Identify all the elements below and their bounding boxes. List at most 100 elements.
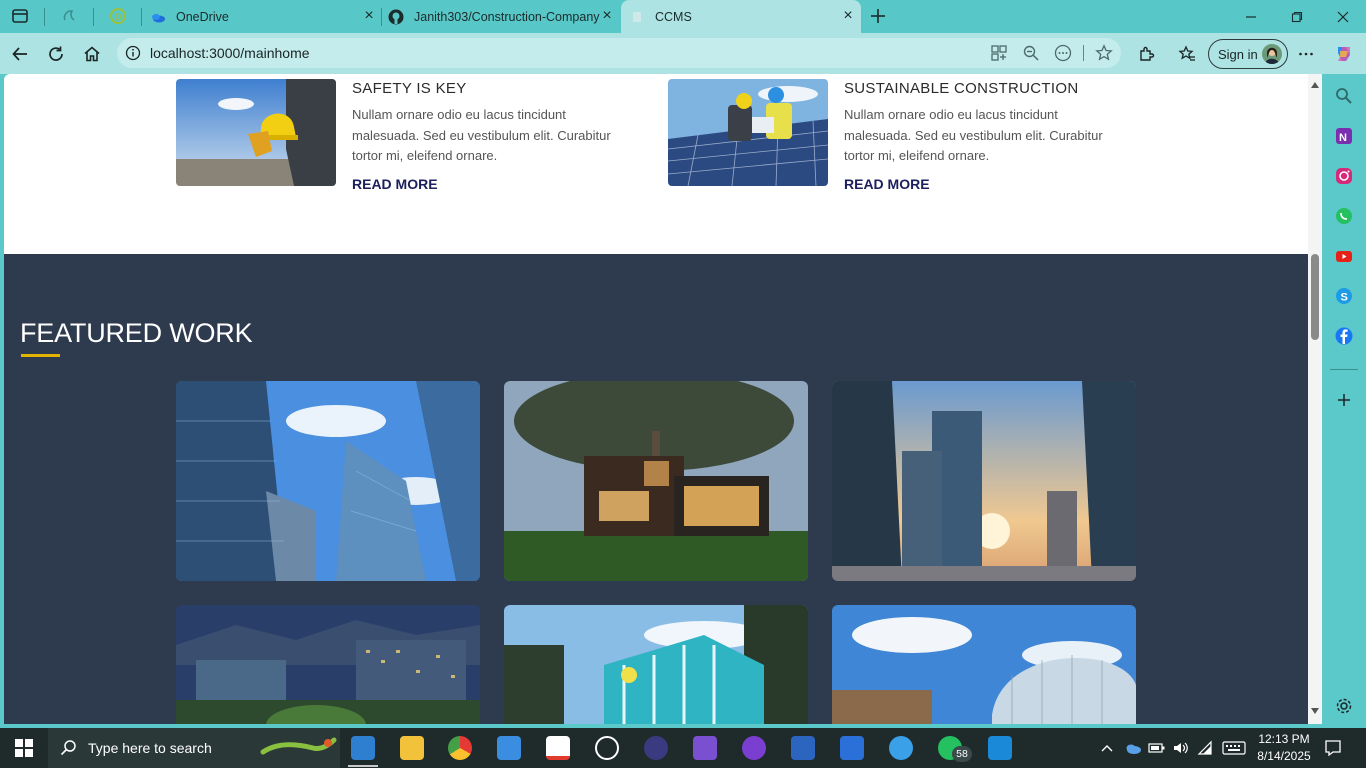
- notification-center-icon[interactable]: [1324, 739, 1342, 757]
- tab-separator: [93, 8, 94, 26]
- chevron-up-icon[interactable]: [1100, 742, 1114, 754]
- vscode-icon[interactable]: [988, 736, 1012, 760]
- minimize-button[interactable]: [1228, 0, 1274, 33]
- microsoft-store-icon[interactable]: [497, 736, 521, 760]
- svg-text:N: N: [1339, 132, 1347, 144]
- url-text[interactable]: localhost:3000/mainhome: [150, 45, 310, 61]
- css3-icon[interactable]: [840, 736, 864, 760]
- tab-actions-icon[interactable]: [10, 6, 30, 26]
- project-image-night-city[interactable]: [176, 605, 480, 724]
- tab-title: OneDrive: [176, 9, 229, 24]
- clock-time[interactable]: 12:13 PM: [1254, 732, 1314, 746]
- tab-ccms[interactable]: CCMS ×: [621, 0, 861, 33]
- start-button[interactable]: [0, 728, 48, 768]
- github-icon: [388, 9, 404, 24]
- post-excerpt: Nullam ornare odio eu lacus tincidunt ma…: [844, 107, 1103, 163]
- project-image-dome-building[interactable]: [832, 605, 1136, 724]
- eclipse-icon[interactable]: [644, 736, 668, 760]
- instagram-icon[interactable]: [1334, 166, 1354, 186]
- tab-onedrive[interactable]: OneDrive ×: [142, 0, 382, 33]
- settings-menu-button[interactable]: [1293, 41, 1319, 67]
- tab-github[interactable]: Janith303/Construction-Company ×: [382, 0, 620, 33]
- close-tab-icon[interactable]: ×: [841, 8, 855, 24]
- sidebar-divider: [1330, 369, 1358, 370]
- whatsapp-icon[interactable]: [1334, 206, 1354, 226]
- project-image-hotel[interactable]: [504, 605, 808, 724]
- wifi-icon[interactable]: [1196, 740, 1214, 756]
- tab-strip: D OneDrive × Janith303/Construction-Comp…: [0, 0, 1366, 33]
- extensions-button[interactable]: [1134, 41, 1160, 67]
- workspaces-icon[interactable]: [59, 6, 79, 26]
- sign-in-button[interactable]: Sign in: [1208, 39, 1288, 69]
- project-image-glass-towers[interactable]: [176, 381, 480, 581]
- visual-studio-icon[interactable]: [693, 736, 717, 760]
- new-tab-icon[interactable]: [868, 6, 888, 26]
- back-arrow-icon: [12, 47, 27, 61]
- project-image-modern-house[interactable]: [504, 381, 808, 581]
- github-desktop-icon[interactable]: [742, 736, 766, 760]
- onedrive-tray-icon[interactable]: [1124, 740, 1142, 756]
- read-more-link[interactable]: READ MORE: [844, 176, 930, 192]
- clock-date[interactable]: 8/14/2025: [1254, 749, 1314, 763]
- taskbar-search-box[interactable]: Type here to search: [48, 728, 340, 768]
- copilot-button[interactable]: [1331, 41, 1357, 67]
- onenote-icon[interactable]: N: [1334, 126, 1354, 146]
- home-button[interactable]: [79, 41, 105, 67]
- gear-icon[interactable]: [1334, 696, 1354, 716]
- favorite-star-icon[interactable]: [1095, 44, 1113, 62]
- volume-icon[interactable]: [1172, 740, 1190, 756]
- search-placeholder: Type here to search: [88, 740, 212, 756]
- battery-icon[interactable]: [1148, 741, 1166, 755]
- project-image-city-sunset[interactable]: [832, 381, 1136, 581]
- file-explorer-icon[interactable]: [400, 736, 424, 760]
- youtube-icon[interactable]: [1334, 246, 1354, 266]
- read-more-link[interactable]: READ MORE: [352, 176, 438, 192]
- refresh-button[interactable]: [43, 41, 69, 67]
- notification-badge: 58: [952, 746, 972, 762]
- tab-title: CCMS: [655, 9, 692, 24]
- word-icon[interactable]: [791, 736, 815, 760]
- skype-icon[interactable]: S: [1334, 286, 1354, 306]
- edge-taskbar-icon[interactable]: [351, 736, 375, 760]
- favorites-button[interactable]: [1174, 41, 1200, 67]
- page-scrollbar[interactable]: [1308, 74, 1322, 724]
- close-tab-icon[interactable]: ×: [600, 8, 614, 24]
- close-tab-icon[interactable]: ×: [362, 8, 376, 24]
- page-icon: [633, 11, 641, 22]
- gmail-icon[interactable]: [546, 736, 570, 760]
- tab-title: Janith303/Construction-Company: [414, 9, 600, 24]
- onedrive-icon: [152, 13, 165, 22]
- keyboard-icon[interactable]: [1222, 740, 1246, 756]
- info-icon[interactable]: [125, 45, 141, 61]
- close-window-button[interactable]: [1320, 0, 1366, 33]
- solar-panel-workers-image: [668, 79, 828, 186]
- tab-separator: [44, 8, 45, 26]
- post-title: SAFETY IS KEY: [352, 80, 467, 97]
- back-button[interactable]: [7, 41, 33, 67]
- add-icon[interactable]: [1334, 390, 1354, 410]
- address-separator: [1083, 45, 1084, 61]
- chatgpt-icon[interactable]: [595, 736, 619, 760]
- canva-icon[interactable]: [889, 736, 913, 760]
- more-options-icon[interactable]: [1054, 44, 1072, 62]
- facebook-icon[interactable]: [1334, 326, 1354, 346]
- pinned-tab-icon[interactable]: D: [108, 6, 128, 26]
- chrome-icon[interactable]: [448, 736, 472, 760]
- restore-button[interactable]: [1274, 0, 1320, 33]
- zoom-out-icon[interactable]: [1022, 44, 1040, 62]
- address-bar[interactable]: localhost:3000/mainhome: [117, 38, 1121, 68]
- scroll-up-arrow-icon[interactable]: [1311, 82, 1319, 88]
- browser-toolbar: localhost:3000/mainhome Sign in: [0, 33, 1366, 74]
- section-heading: FEATURED WORK: [20, 318, 253, 348]
- search-icon[interactable]: [1334, 86, 1354, 106]
- puzzle-icon: [1140, 46, 1155, 61]
- scroll-down-arrow-icon[interactable]: [1311, 708, 1319, 714]
- active-app-indicator: [348, 765, 378, 767]
- browser-sidebar: N S: [1322, 74, 1366, 726]
- refresh-icon: [49, 46, 63, 61]
- close-icon: [1337, 11, 1349, 22]
- app-available-icon[interactable]: [990, 44, 1008, 62]
- web-page: SAFETY IS KEY Nullam ornare odio eu lacu…: [4, 74, 1308, 724]
- more-dots-icon: [1299, 52, 1313, 56]
- scrollbar-thumb[interactable]: [1311, 254, 1319, 340]
